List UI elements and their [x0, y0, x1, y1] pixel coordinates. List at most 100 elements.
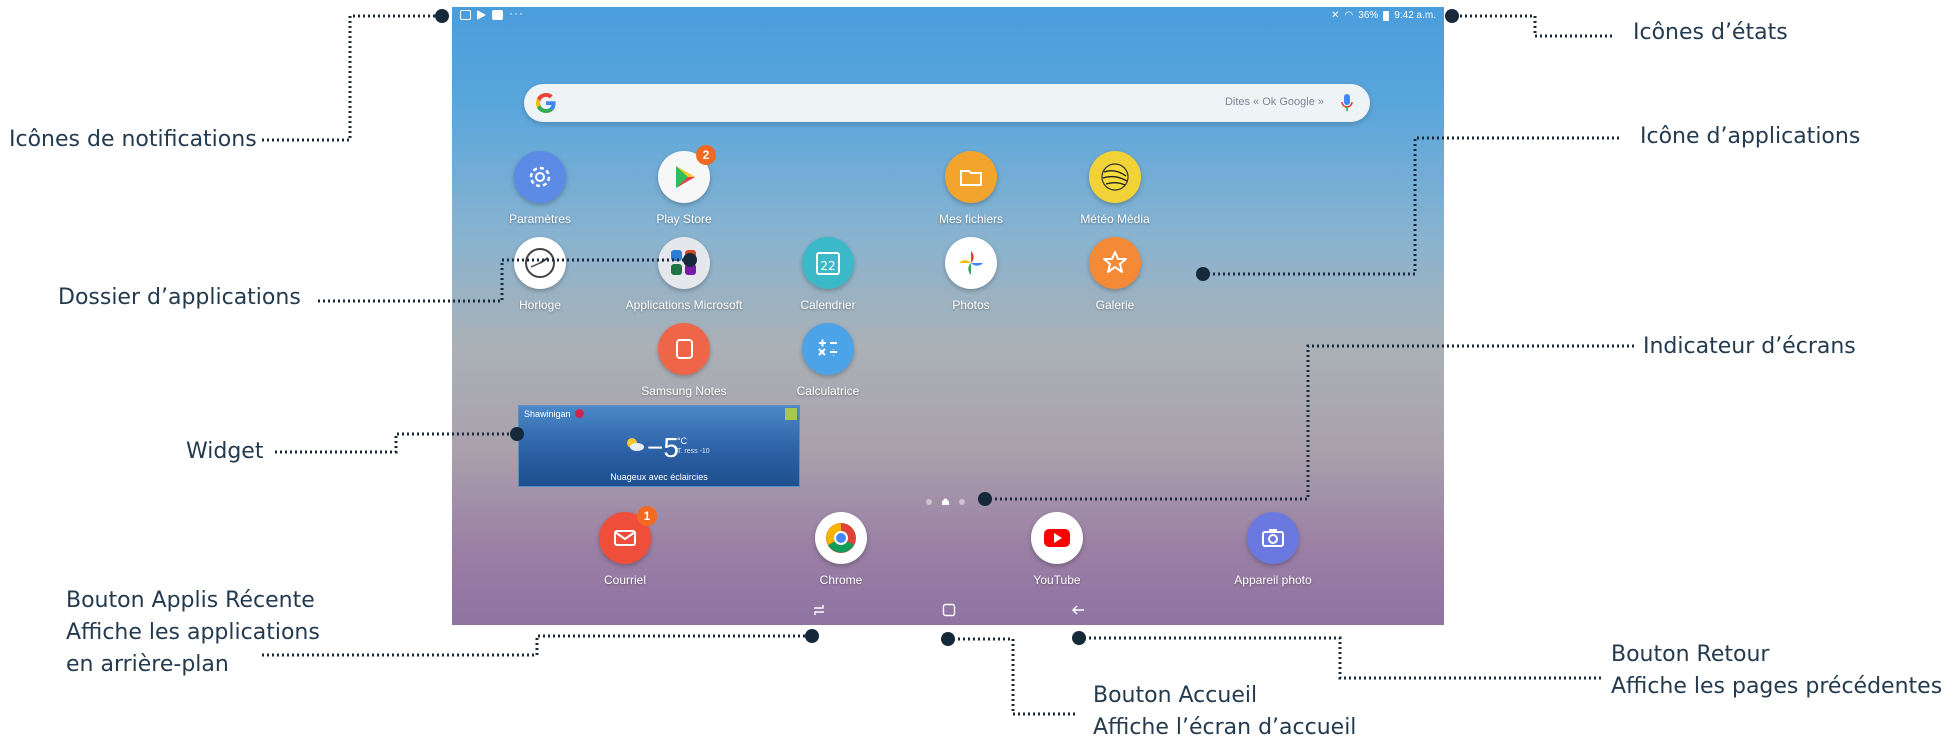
navigation-bar: [452, 595, 1444, 625]
app-label: Photos: [952, 298, 990, 312]
battery-icon: [1383, 10, 1390, 21]
gallery-flower-icon: [1089, 237, 1141, 289]
page-dot[interactable]: [926, 498, 932, 505]
status-icons[interactable]: ✕ ◠ 36% 9:42 a.m.: [1331, 10, 1436, 21]
label-status-icons: Icônes d’états: [1633, 20, 1788, 45]
more-icon: ···: [509, 7, 524, 20]
label-home-button: Bouton Accueil Affiche l’écran d’accueil: [1093, 680, 1356, 740]
app-label: Calendrier: [800, 298, 856, 312]
weather-widget[interactable]: Shawinigan −5 °C T. ress -10 Nuageux ave…: [518, 405, 800, 487]
app-label: Samsung Notes: [641, 384, 727, 398]
app-chrome[interactable]: Chrome: [776, 512, 906, 587]
widget-logo-icon: [785, 408, 797, 420]
label-recent-apps-line3: en arrière-plan: [66, 652, 229, 677]
app-meteo-media[interactable]: Météo Média: [1050, 151, 1180, 226]
widget-feels-like: T. ress -10: [677, 448, 710, 455]
label-notification-icons: Icônes de notifications: [9, 127, 257, 152]
app-calendrier[interactable]: 22 Calendrier: [763, 237, 893, 312]
pointer-dot: [1445, 9, 1459, 23]
chrome-icon: [815, 512, 867, 564]
label-app-folder: Dossier d’applications: [58, 285, 301, 310]
folder-icon: [945, 151, 997, 203]
page-indicator[interactable]: [926, 497, 965, 506]
recent-apps-icon[interactable]: [810, 601, 828, 619]
play-icon: [477, 9, 486, 20]
clock: 9:42 a.m.: [1394, 10, 1436, 21]
label-home-button-line2: Affiche l’écran d’accueil: [1093, 715, 1357, 740]
home-button-icon[interactable]: [940, 601, 958, 619]
notification-badge: 1: [637, 506, 657, 526]
back-arrow-icon[interactable]: [1069, 601, 1087, 619]
sun-cloud-icon: [627, 438, 644, 451]
play-store-icon: 2: [658, 145, 716, 203]
calendar-icon: 22: [802, 237, 854, 289]
notification-icons[interactable]: ···: [460, 7, 524, 20]
youtube-icon: [1031, 512, 1083, 564]
settings-gear-icon: [514, 151, 566, 203]
pointer-dot: [1072, 631, 1086, 645]
widget-unit: °C: [677, 436, 688, 446]
app-label: Appareil photo: [1234, 573, 1312, 587]
app-label: Horloge: [518, 298, 562, 312]
search-input[interactable]: Dites « Ok Google »: [1225, 96, 1324, 108]
app-folder-applications-microsoft[interactable]: Applications Microsoft: [619, 237, 749, 312]
image-icon: [460, 9, 471, 20]
widget-condition: Nuageux avec éclaircies: [610, 472, 708, 482]
location-pin-icon: [575, 409, 585, 418]
home-page-dot-icon[interactable]: [941, 497, 950, 506]
pointer-dot: [941, 632, 955, 646]
calculator-icon: [802, 323, 854, 375]
page-dot[interactable]: [959, 498, 965, 505]
pointer-dot: [805, 629, 819, 643]
status-bar: ··· ✕ ◠ 36% 9:42 a.m.: [452, 7, 1444, 27]
label-back-button-line1: Bouton Retour: [1611, 642, 1770, 667]
app-label: Paramètres: [508, 212, 572, 226]
photos-pinwheel-icon: [945, 237, 997, 289]
app-label: Mes fichiers: [938, 212, 1003, 226]
widget-city: Shawinigan: [524, 409, 585, 419]
mail-icon: [492, 9, 503, 20]
app-mes-fichiers[interactable]: Mes fichiers: [906, 151, 1036, 226]
label-recent-apps-line1: Bouton Applis Récente: [66, 588, 315, 613]
app-calculatrice[interactable]: Calculatrice: [763, 323, 893, 398]
app-label: Applications Microsoft: [625, 298, 743, 312]
app-horloge[interactable]: Horloge: [475, 237, 605, 312]
label-home-button-line1: Bouton Accueil: [1093, 683, 1258, 708]
battery-percent: 36%: [1358, 10, 1379, 21]
notification-badge: 2: [696, 145, 716, 165]
pointer-dot: [435, 9, 449, 23]
mic-icon[interactable]: [1340, 93, 1354, 113]
camera-icon: [1247, 512, 1299, 564]
label-back-button: Bouton Retour Affiche les pages précéden…: [1611, 639, 1942, 703]
app-courriel[interactable]: 1 Courriel: [560, 506, 690, 587]
app-parametres[interactable]: Paramètres: [475, 151, 605, 226]
email-icon: 1: [599, 506, 657, 564]
app-label: Galerie: [1095, 298, 1135, 312]
widget-city-name: Shawinigan: [524, 409, 571, 419]
app-galerie[interactable]: Galerie: [1050, 237, 1180, 312]
label-screen-indicator: Indicateur d’écrans: [1643, 334, 1856, 359]
weather-globe-icon: [1089, 151, 1141, 203]
app-folder-icon: [658, 237, 710, 289]
app-appareil-photo[interactable]: Appareil photo: [1208, 512, 1338, 587]
app-youtube[interactable]: YouTube: [992, 512, 1122, 587]
app-label: Play Store: [656, 212, 712, 226]
widget-temperature: −5: [647, 432, 679, 463]
app-label: Météo Média: [1080, 212, 1150, 226]
clock-icon: [514, 237, 566, 289]
label-widget: Widget: [186, 439, 264, 464]
app-label: Chrome: [819, 573, 863, 587]
app-samsung-notes[interactable]: Samsung Notes: [619, 323, 749, 398]
google-search-bar[interactable]: Dites « Ok Google »: [524, 84, 1370, 122]
app-label: YouTube: [1033, 573, 1081, 587]
notes-icon: [658, 323, 710, 375]
mute-icon: ✕: [1331, 10, 1340, 21]
app-photos[interactable]: Photos: [906, 237, 1036, 312]
app-label: Calculatrice: [796, 384, 860, 398]
google-g-icon: [536, 93, 556, 113]
label-back-button-line2: Affiche les pages précédentes: [1611, 674, 1943, 699]
label-recent-apps: Bouton Applis Récente Affiche les applic…: [66, 585, 320, 681]
app-play-store[interactable]: 2 Play Store: [619, 145, 749, 226]
label-recent-apps-line2: Affiche les applications: [66, 620, 320, 645]
app-label: Courriel: [603, 573, 646, 587]
